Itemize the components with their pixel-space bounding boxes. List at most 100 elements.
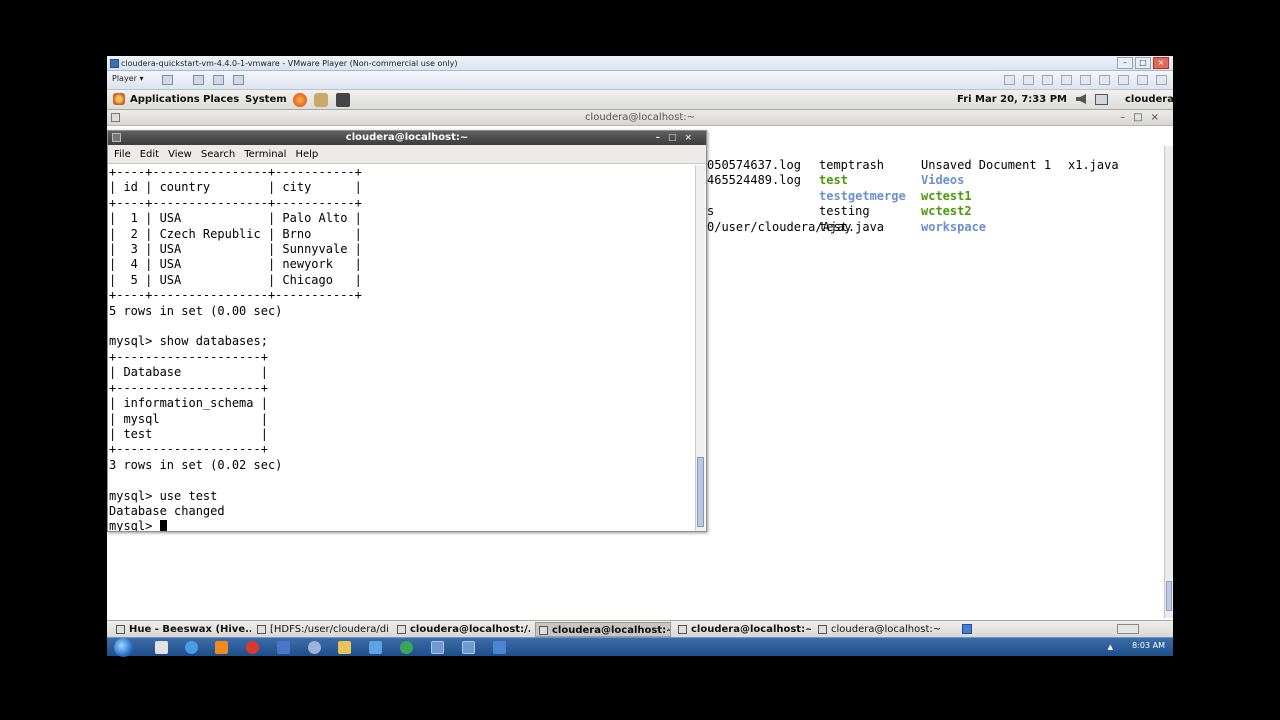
terminal-scrollbar[interactable] (695, 165, 705, 531)
menu-item-terminal[interactable]: Terminal (244, 145, 286, 163)
ie-icon[interactable] (185, 641, 198, 654)
ls-column-1: temptrash test testgetmerge testing test.jav… (819, 158, 906, 235)
gnome-bottom-taskbar: Hue - Beeswax (Hive... [HDFS:/user/cloude… (107, 620, 1173, 637)
taskbar-task[interactable]: [HDFS:/user/cloudera/di... (254, 622, 390, 637)
vmware-toolbar: Player ▾ (107, 71, 1173, 90)
terminal-window[interactable]: cloudera@localhost:~ –□× File Edit View Sea… (107, 130, 707, 532)
taskbar-task-label: cloudera@localhost:~ (552, 625, 671, 636)
menu-item-view[interactable]: View (168, 145, 192, 163)
scrollbar-thumb[interactable] (697, 457, 704, 527)
cdrom-icon[interactable] (1042, 75, 1053, 85)
word-pad-icon[interactable] (369, 641, 382, 654)
terminal-title: cloudera@localhost:~ (345, 132, 469, 143)
settings-pin-icon[interactable] (462, 641, 475, 654)
terminal-output[interactable]: +----+----------------+-----------+ | id… (109, 165, 695, 531)
minimize-icon[interactable]: – (1117, 57, 1133, 69)
taskbar-task[interactable]: Hue - Beeswax (Hive... (113, 622, 251, 637)
terminal-icon (539, 626, 548, 635)
hdd-icon[interactable] (1023, 75, 1034, 85)
media-pin-icon[interactable] (493, 641, 506, 654)
network-pin-icon[interactable] (308, 641, 321, 654)
scrollbar-thumb[interactable] (1166, 581, 1172, 611)
window-controls-icon[interactable]: –□× (1120, 110, 1167, 126)
explorer-pin-icon[interactable] (155, 641, 168, 654)
vlc-icon[interactable] (215, 641, 228, 654)
taskbar-task-label: cloudera@localhost:~ (831, 624, 942, 635)
clock-text[interactable]: Fri Mar 20, 7:33 PM (957, 94, 1067, 105)
places-menu[interactable]: Places (203, 94, 239, 105)
player-menu-button[interactable]: Player ▾ (112, 74, 143, 83)
maximize-icon[interactable]: □ (1135, 57, 1151, 69)
close-icon[interactable]: × (1153, 57, 1169, 69)
chrome-icon[interactable] (400, 641, 413, 654)
menu-item-help[interactable]: Help (295, 145, 318, 163)
terminal-menubar: File Edit View Search Terminal Help (108, 145, 706, 164)
background-terminal-scrollbar[interactable] (1164, 146, 1173, 618)
ls-column-3: x1.java (1068, 158, 1119, 173)
pause-icon[interactable] (162, 75, 173, 85)
background-terminal-title: cloudera@localhost:~ (584, 112, 696, 123)
taskbar-task[interactable]: cloudera@localhost:/... (394, 622, 530, 637)
vmware-title-bar: cloudera-quickstart-vm-4.4.0-1-vmware - … (107, 56, 1173, 71)
ls-entry: Unsaved Document 1 (921, 158, 1052, 172)
background-terminal-title-bar: cloudera@localhost:~ –□× (107, 110, 1173, 126)
mail-icon[interactable] (314, 93, 328, 107)
windows-clock[interactable]: 8:03 AM (1132, 641, 1165, 650)
ls-entry: Videos (921, 173, 965, 188)
network-icon[interactable] (1080, 75, 1091, 85)
ls-entry: test.java (819, 219, 885, 234)
menu-item-search[interactable]: Search (201, 145, 235, 163)
floppy-icon[interactable] (1061, 75, 1072, 85)
menu-item-file[interactable]: File (114, 145, 131, 163)
usb-icon[interactable] (1099, 75, 1110, 85)
vmware-app-icon (110, 59, 119, 68)
volume-icon[interactable] (1076, 94, 1086, 104)
folder-icon[interactable] (338, 641, 351, 654)
vmware-pin-icon[interactable] (431, 641, 444, 654)
fullscreen-icon[interactable] (213, 75, 224, 85)
devices-icon[interactable] (193, 75, 204, 85)
workspace-switcher[interactable] (1117, 624, 1139, 634)
app-pin-icon[interactable] (277, 641, 290, 654)
ls-entry: wctest1 (921, 188, 972, 203)
network-status-icon[interactable] (1095, 94, 1108, 105)
unity-icon[interactable] (233, 75, 244, 85)
ls-entry: testgetmerge (819, 188, 906, 203)
ls-entry: test (819, 173, 848, 188)
opera-icon[interactable] (246, 641, 259, 654)
applications-menu[interactable]: Applications (130, 94, 200, 105)
system-menu[interactable]: System (245, 94, 287, 105)
message-icon[interactable] (1156, 75, 1167, 85)
taskbar-task-label: Hue - Beeswax (Hive... (129, 624, 251, 635)
menu-item-edit[interactable]: Edit (140, 145, 159, 163)
taskbar-task[interactable]: cloudera@localhost:~ (535, 622, 671, 637)
windows-start-icon[interactable] (114, 638, 133, 657)
ls-entry: x1.java (1068, 158, 1119, 172)
vm-device-icons (1004, 75, 1167, 85)
workspace-icon[interactable] (962, 624, 972, 634)
mysql-prompt: mysql> (109, 519, 160, 531)
ls-column-2: Unsaved Document 1 Videos wctest1 wctest2 wo… (921, 158, 1051, 235)
printer-icon[interactable] (1137, 75, 1148, 85)
terminal-icon (818, 625, 827, 634)
terminal-launcher-icon[interactable] (336, 93, 350, 107)
taskbar-task[interactable]: cloudera@localhost:~ (675, 622, 811, 637)
ls-entry: testing (819, 204, 870, 219)
device-arrow-icon[interactable] (1004, 75, 1015, 85)
ls-entry: wctest2 (921, 204, 972, 219)
gnome-top-panel: Applications Places System Fri Mar 20, 7… (107, 90, 1174, 110)
tray-expand-icon[interactable]: ▲ (1108, 643, 1113, 651)
browser-icon (116, 625, 125, 634)
window-controls-icon[interactable]: –□× (655, 131, 700, 145)
window-menu-icon[interactable] (111, 113, 120, 122)
window-menu-icon[interactable] (112, 133, 121, 142)
taskbar-task-label: [HDFS:/user/cloudera/di... (270, 624, 390, 635)
user-menu[interactable]: cloudera (1125, 94, 1174, 105)
taskbar-task-label: cloudera@localhost:/... (410, 624, 530, 635)
ls-output: 050574637.log 465524489.log s 0/user/cloude… (707, 158, 1119, 250)
firefox-icon[interactable] (293, 93, 307, 107)
mysql-output-text: +----+----------------+-----------+ | id… (109, 165, 362, 518)
gnome-foot-icon (113, 93, 125, 105)
sound-icon[interactable] (1118, 75, 1129, 85)
taskbar-task[interactable]: cloudera@localhost:~ (815, 622, 951, 637)
